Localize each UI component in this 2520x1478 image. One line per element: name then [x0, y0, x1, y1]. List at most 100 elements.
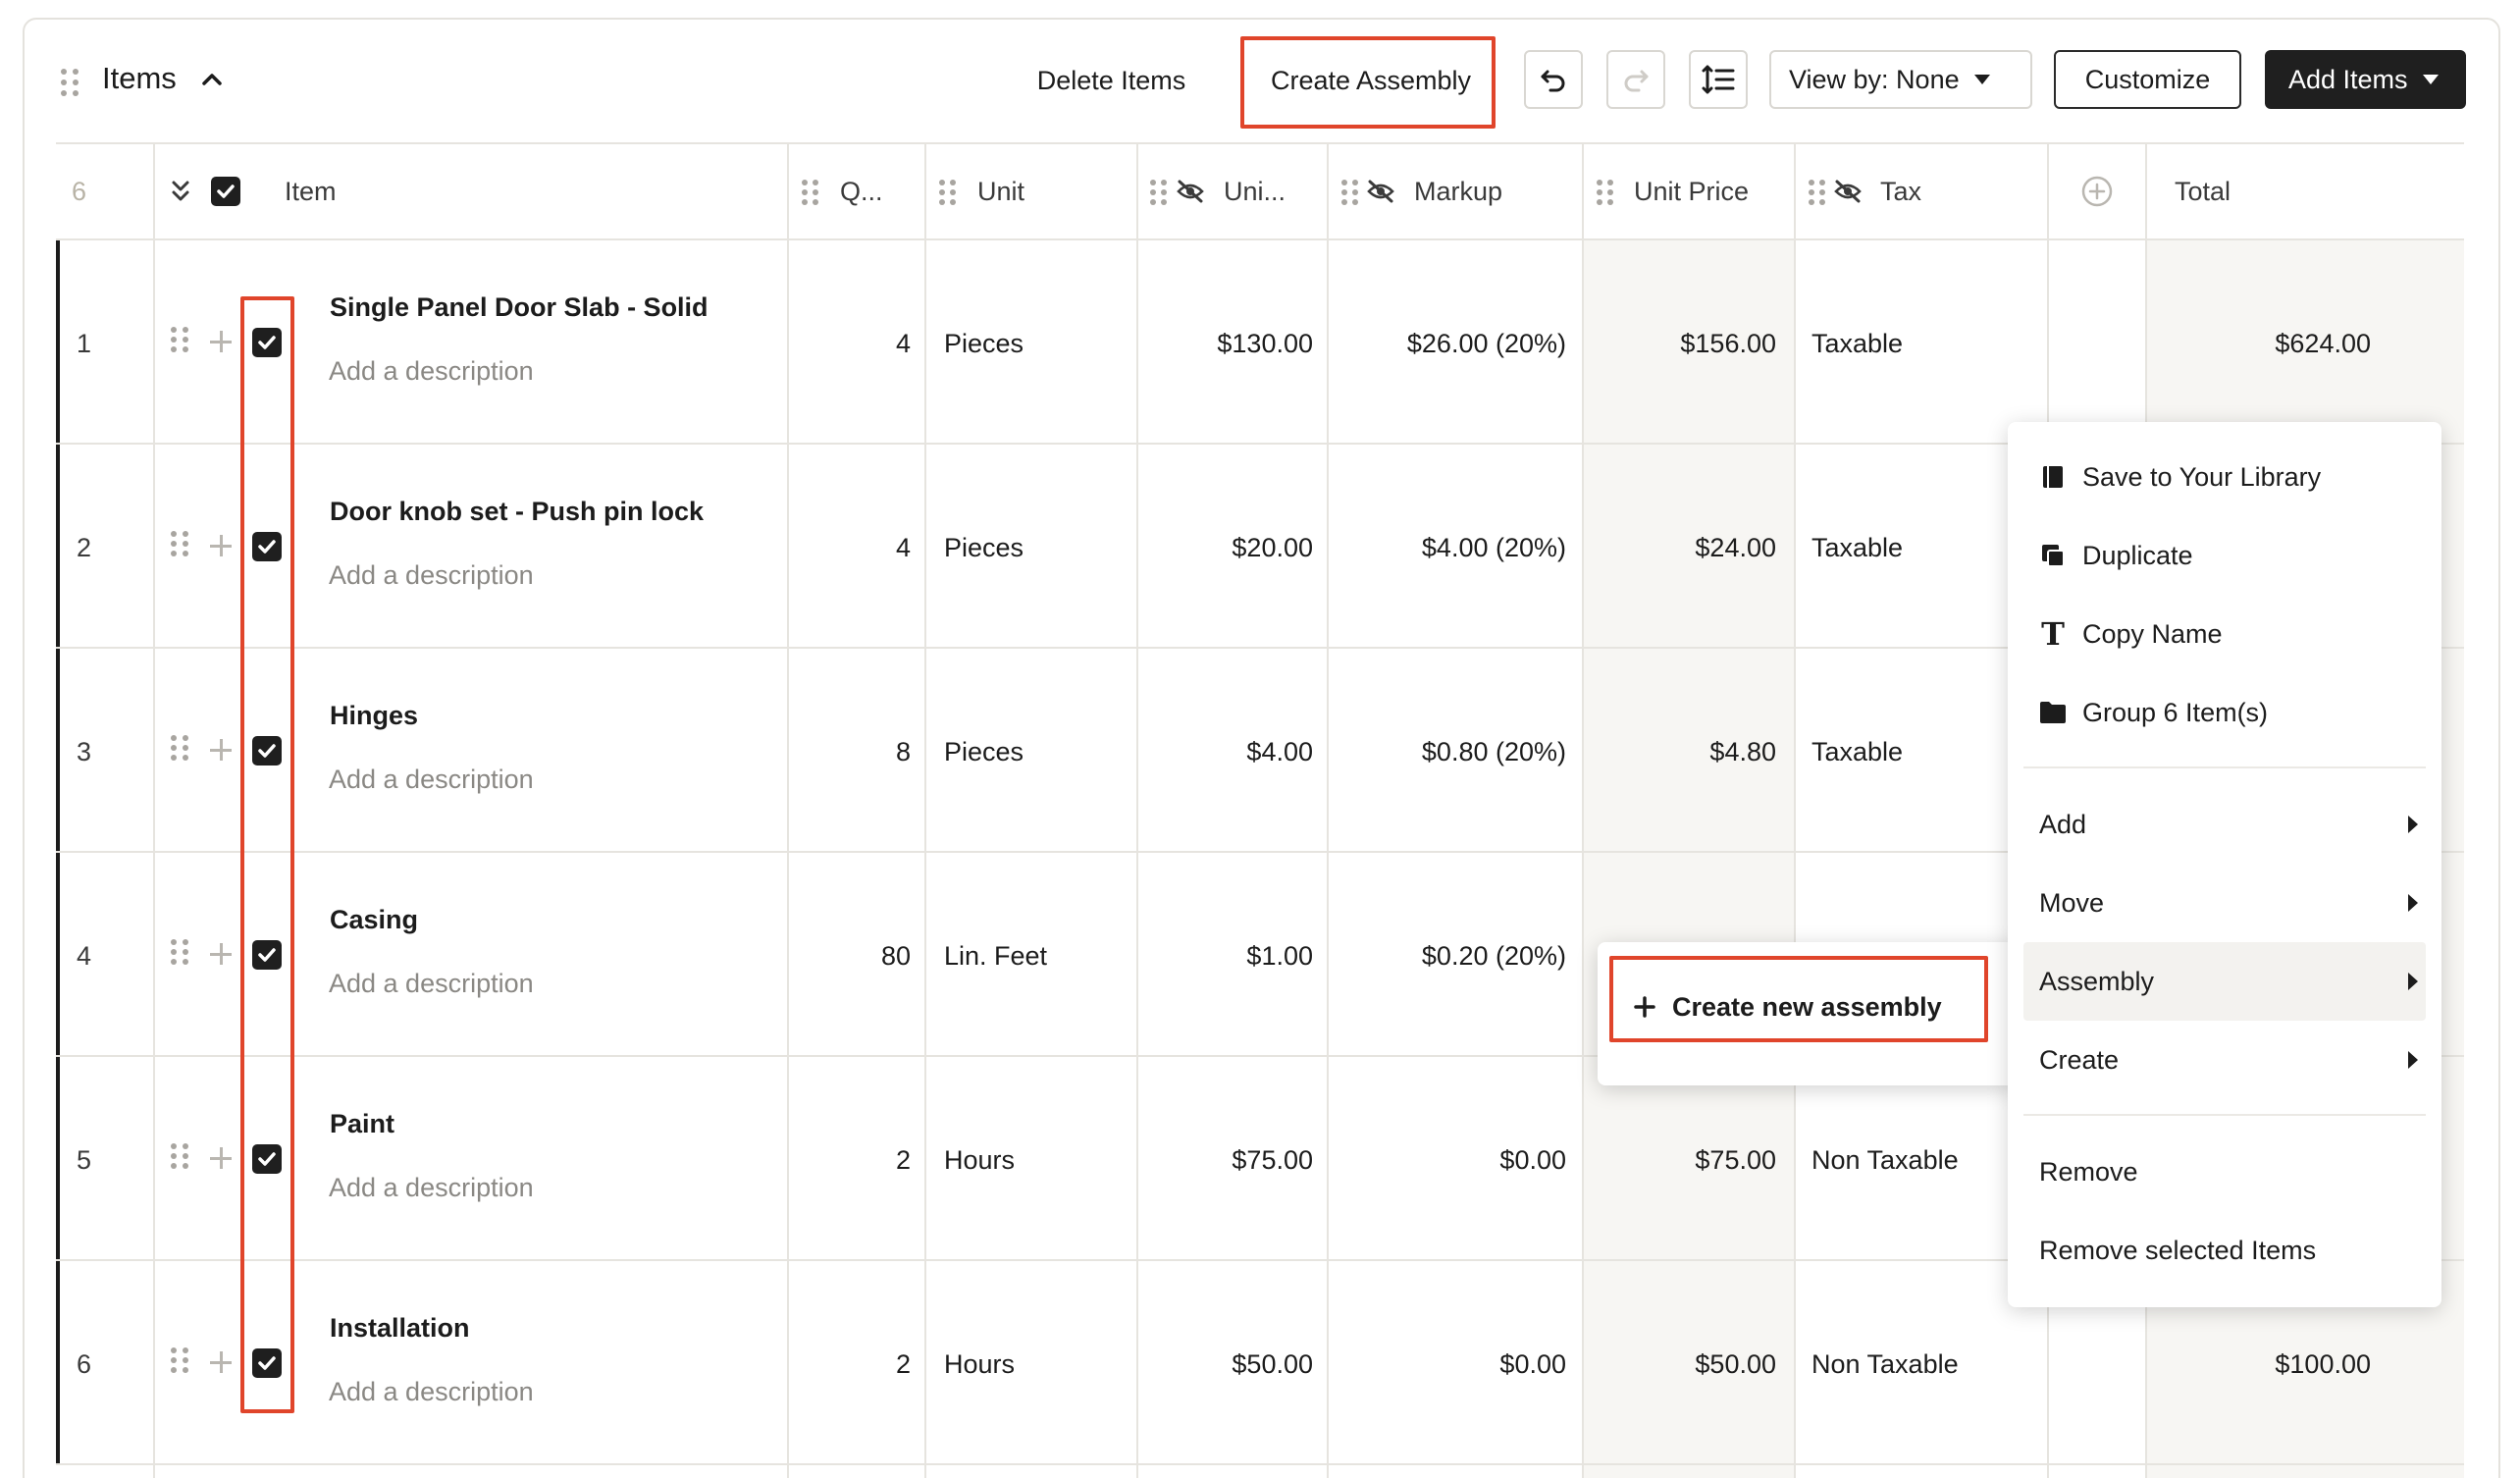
item-quantity[interactable]: 4 — [787, 533, 911, 563]
insert-row-icon[interactable] — [210, 739, 232, 761]
item-description[interactable]: Add a description — [329, 765, 534, 795]
drag-handle-icon[interactable] — [171, 531, 188, 556]
item-unit[interactable]: Pieces — [944, 329, 1024, 359]
item-unit[interactable]: Pieces — [944, 737, 1024, 767]
drag-handle-icon[interactable] — [1809, 180, 1825, 205]
undo-button[interactable] — [1524, 50, 1583, 109]
menu-item-group[interactable]: Group 6 Item(s) — [2008, 673, 2441, 752]
insert-row-icon[interactable] — [210, 943, 232, 965]
view-by-dropdown[interactable]: View by: None — [1769, 50, 2032, 109]
item-tax[interactable]: Non Taxable — [1811, 1145, 1959, 1176]
redo-button[interactable] — [1606, 50, 1665, 109]
item-description[interactable]: Add a description — [329, 356, 534, 387]
item-markup[interactable]: $0.20 (20%) — [1327, 941, 1566, 972]
drag-handle-icon[interactable] — [802, 180, 818, 205]
menu-item-duplicate[interactable]: Duplicate — [2008, 516, 2441, 595]
row-checkbox[interactable] — [252, 940, 282, 970]
drag-handle-icon[interactable] — [939, 180, 956, 205]
item-name[interactable]: Hinges — [330, 701, 418, 731]
item-unit[interactable]: Hours — [944, 1349, 1015, 1380]
item-name[interactable]: Casing — [330, 905, 418, 935]
drag-handle-icon[interactable] — [1341, 180, 1358, 205]
item-quantity[interactable]: 2 — [787, 1145, 911, 1176]
column-header-quantity[interactable]: Q... — [840, 142, 883, 240]
item-unit-cost[interactable]: $4.00 — [1136, 737, 1313, 767]
item-unit[interactable]: Pieces — [944, 533, 1024, 563]
menu-item-assembly[interactable]: Assembly — [2023, 942, 2426, 1021]
item-markup[interactable]: $0.80 (20%) — [1327, 737, 1566, 767]
item-name[interactable]: Paint — [330, 1109, 394, 1139]
item-unit[interactable]: Lin. Feet — [944, 941, 1047, 972]
column-header-unit-price[interactable]: Unit Price — [1634, 142, 1749, 240]
menu-item-save-library[interactable]: Save to Your Library — [2008, 438, 2441, 516]
customize-button[interactable]: Customize — [2054, 50, 2241, 109]
chevron-up-icon[interactable] — [199, 67, 225, 92]
collapse-all-icon[interactable] — [169, 179, 192, 204]
create-assembly-button[interactable]: Create Assembly — [1248, 52, 1494, 109]
row-checkbox[interactable] — [252, 1144, 282, 1174]
column-header-total[interactable]: Total — [2175, 142, 2231, 240]
item-name[interactable]: Installation — [330, 1313, 470, 1344]
column-header-tax[interactable]: Tax — [1880, 142, 1921, 240]
item-tax[interactable]: Taxable — [1811, 329, 1903, 359]
item-quantity[interactable]: 2 — [787, 1349, 911, 1380]
drag-handle-icon[interactable] — [1150, 180, 1167, 205]
eye-off-icon[interactable] — [1176, 179, 1205, 204]
item-quantity[interactable]: 8 — [787, 737, 911, 767]
item-description[interactable]: Add a description — [329, 1377, 534, 1407]
item-description[interactable]: Add a description — [329, 1173, 534, 1203]
menu-item-copy-name[interactable]: T Copy Name — [2008, 595, 2441, 673]
item-name[interactable]: Single Panel Door Slab - Solid — [330, 292, 709, 323]
add-items-button[interactable]: Add Items — [2265, 50, 2466, 109]
column-header-unit[interactable]: Unit — [977, 142, 1024, 240]
drag-handle-icon[interactable] — [61, 69, 80, 96]
menu-item-move[interactable]: Move — [2008, 864, 2441, 942]
insert-row-icon[interactable] — [210, 535, 232, 556]
insert-row-icon[interactable] — [210, 1147, 232, 1169]
item-unit[interactable]: Hours — [944, 1145, 1015, 1176]
item-quantity[interactable]: 80 — [787, 941, 911, 972]
drag-handle-icon[interactable] — [171, 1347, 188, 1373]
item-unit-cost[interactable]: $75.00 — [1136, 1145, 1313, 1176]
insert-row-icon[interactable] — [210, 1351, 232, 1373]
item-markup[interactable]: $4.00 (20%) — [1327, 533, 1566, 563]
drag-handle-icon[interactable] — [171, 939, 188, 965]
column-header-unit-cost[interactable]: Uni... — [1224, 142, 1286, 240]
item-tax[interactable]: Taxable — [1811, 737, 1903, 767]
line-spacing-button[interactable] — [1689, 50, 1748, 109]
row-checkbox[interactable] — [252, 736, 282, 765]
column-header-markup[interactable]: Markup — [1414, 142, 1502, 240]
item-unit-cost[interactable]: $130.00 — [1136, 329, 1313, 359]
item-name[interactable]: Door knob set - Push pin lock — [330, 497, 704, 527]
item-tax[interactable]: Taxable — [1811, 533, 1903, 563]
item-markup[interactable]: $0.00 — [1327, 1145, 1566, 1176]
drag-handle-icon[interactable] — [171, 1143, 188, 1169]
drag-handle-icon[interactable] — [171, 327, 188, 352]
item-description[interactable]: Add a description — [329, 969, 534, 999]
insert-row-icon[interactable] — [210, 331, 232, 352]
menu-item-add[interactable]: Add — [2008, 785, 2441, 864]
menu-item-remove[interactable]: Remove — [2008, 1133, 2441, 1211]
drag-handle-icon[interactable] — [1597, 180, 1613, 205]
row-checkbox[interactable] — [252, 328, 282, 357]
eye-off-icon[interactable] — [1366, 179, 1395, 204]
select-all-checkbox[interactable] — [211, 177, 240, 206]
item-unit-cost[interactable]: $1.00 — [1136, 941, 1313, 972]
item-markup[interactable]: $0.00 — [1327, 1349, 1566, 1380]
drag-handle-icon[interactable] — [171, 735, 188, 761]
item-tax[interactable]: Non Taxable — [1811, 1349, 1959, 1380]
item-unit-cost[interactable]: $50.00 — [1136, 1349, 1313, 1380]
item-markup[interactable]: $26.00 (20%) — [1327, 329, 1566, 359]
add-column-icon[interactable] — [2081, 176, 2113, 207]
item-quantity[interactable]: 4 — [787, 329, 911, 359]
eye-off-icon[interactable] — [1833, 179, 1863, 204]
create-new-assembly-item[interactable]: Create new assembly — [1598, 968, 2020, 1046]
item-description[interactable]: Add a description — [329, 560, 534, 591]
column-header-item[interactable]: Item — [285, 142, 337, 240]
row-checkbox[interactable] — [252, 1348, 282, 1378]
row-checkbox[interactable] — [252, 532, 282, 561]
menu-item-remove-selected[interactable]: Remove selected Items — [2008, 1211, 2441, 1290]
delete-items-button[interactable]: Delete Items — [1011, 52, 1212, 109]
menu-item-create[interactable]: Create — [2008, 1021, 2441, 1099]
item-unit-cost[interactable]: $20.00 — [1136, 533, 1313, 563]
